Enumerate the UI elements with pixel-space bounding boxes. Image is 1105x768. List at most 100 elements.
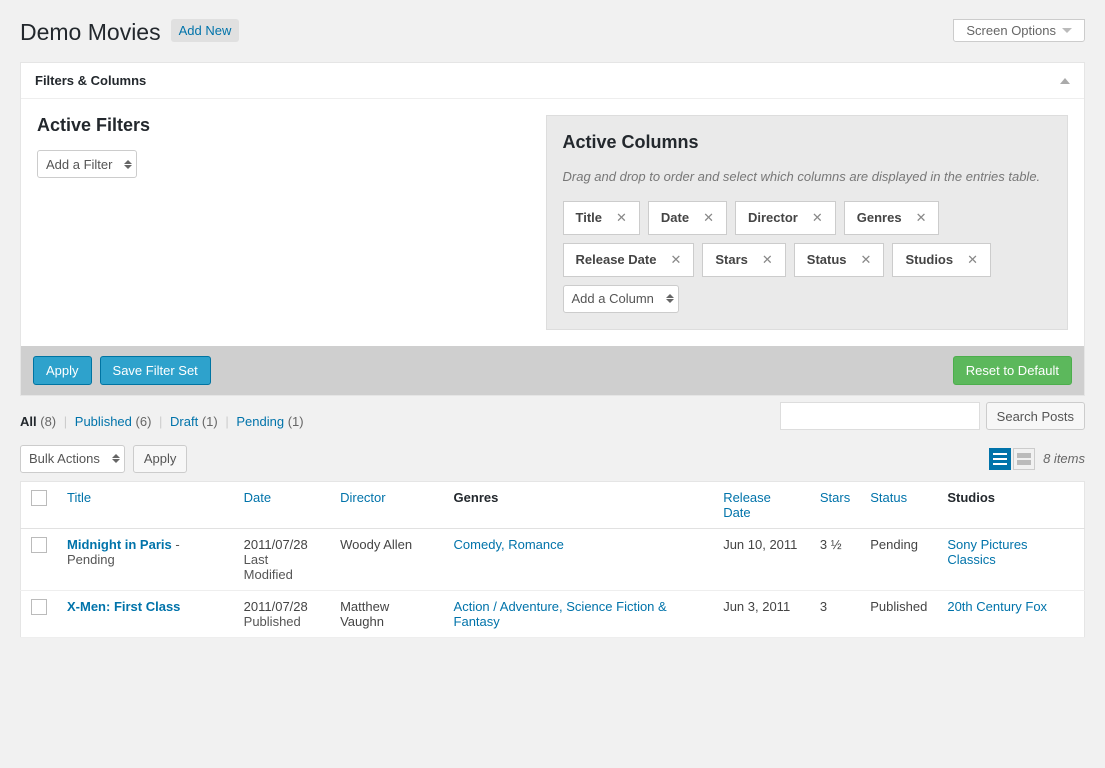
apply-filters-button[interactable]: Apply (33, 356, 92, 385)
column-chip[interactable]: Release Date ✕ (563, 243, 695, 277)
add-new-button[interactable]: Add New (171, 19, 240, 42)
column-chip-label: Genres (857, 210, 902, 225)
status-link-published[interactable]: Published (75, 414, 132, 429)
list-view-button[interactable] (989, 448, 1011, 470)
page-title: Demo Movies (20, 10, 161, 50)
column-chip-label: Date (661, 210, 689, 225)
add-column-label: Add a Column (572, 291, 654, 306)
column-chip-label: Director (748, 210, 798, 225)
column-chip-label: Title (576, 210, 603, 225)
close-icon[interactable]: ✕ (861, 252, 872, 268)
reset-to-default-button[interactable]: Reset to Default (953, 356, 1072, 385)
column-header-title[interactable]: Title (57, 481, 234, 528)
row-status: Pending (870, 537, 918, 552)
row-status: Published (870, 599, 927, 614)
count-published: (6) (136, 414, 152, 429)
row-release-date: Jun 3, 2011 (723, 599, 790, 614)
bulk-actions-select[interactable]: Bulk Actions (20, 445, 125, 473)
row-title-link[interactable]: X-Men: First Class (67, 599, 180, 614)
column-header-release-date[interactable]: Release Date (713, 481, 810, 528)
select-all-checkbox[interactable] (31, 490, 47, 506)
active-filters-section: Active Filters Add a Filter (37, 115, 526, 330)
column-chip[interactable]: Title ✕ (563, 201, 640, 235)
row-director: Woody Allen (340, 537, 412, 552)
status-filter-links: All (8) | Published (6) | Draft (1) | Pe… (20, 414, 304, 429)
column-header-studios: Studios (937, 481, 1084, 528)
column-header-genres: Genres (444, 481, 714, 528)
row-studio-link[interactable]: 20th Century Fox (947, 599, 1047, 614)
column-chip[interactable]: Status ✕ (794, 243, 885, 277)
column-chip[interactable]: Director ✕ (735, 201, 836, 235)
close-icon[interactable]: ✕ (967, 252, 978, 268)
screen-options-button[interactable]: Screen Options (953, 19, 1085, 42)
chevron-up-icon (1060, 78, 1070, 84)
save-filter-set-button[interactable]: Save Filter Set (100, 356, 211, 385)
add-filter-select[interactable]: Add a Filter (37, 150, 137, 178)
status-link-pending[interactable]: Pending (236, 414, 284, 429)
table-row: Midnight in Paris - Pending2011/07/28Las… (21, 528, 1085, 590)
columns-hint: Drag and drop to order and select which … (563, 167, 1052, 187)
column-header-date[interactable]: Date (234, 481, 330, 528)
row-stars: 3 ½ (820, 537, 842, 552)
column-chip[interactable]: Stars ✕ (702, 243, 785, 277)
close-icon[interactable]: ✕ (916, 210, 927, 226)
active-columns-heading: Active Columns (563, 132, 1052, 153)
close-icon[interactable]: ✕ (616, 210, 627, 226)
add-column-select[interactable]: Add a Column (563, 285, 679, 313)
status-link-draft[interactable]: Draft (170, 414, 198, 429)
column-header-stars[interactable]: Stars (810, 481, 860, 528)
close-icon[interactable]: ✕ (812, 210, 823, 226)
count-all: (8) (40, 414, 56, 429)
row-genres[interactable]: Comedy, Romance (454, 537, 564, 552)
count-draft: (1) (202, 414, 218, 429)
row-studio-link[interactable]: Sony Pictures Classics (947, 537, 1027, 567)
row-release-date: Jun 10, 2011 (723, 537, 797, 552)
row-genres[interactable]: Action / Adventure, Science Fiction & Fa… (454, 599, 667, 629)
add-filter-label: Add a Filter (46, 157, 112, 172)
item-count: 8 items (1043, 451, 1085, 466)
status-link-all[interactable]: All (20, 414, 37, 429)
panel-header[interactable]: Filters & Columns (21, 63, 1084, 99)
column-header-director[interactable]: Director (330, 481, 443, 528)
panel-title: Filters & Columns (35, 73, 146, 88)
row-director: Matthew Vaughn (340, 599, 389, 629)
column-chip-label: Release Date (576, 252, 657, 267)
row-date-sub: Last Modified (244, 552, 293, 582)
select-stepper-icon (112, 454, 120, 463)
row-date-sub: Published (244, 614, 301, 629)
row-checkbox[interactable] (31, 537, 47, 553)
close-icon[interactable]: ✕ (670, 252, 681, 268)
row-date: 2011/07/28 (244, 537, 308, 552)
filters-columns-panel: Filters & Columns Active Filters Add a F… (20, 62, 1085, 396)
search-input[interactable] (780, 402, 980, 430)
bulk-apply-button[interactable]: Apply (133, 445, 188, 473)
column-header-status[interactable]: Status (860, 481, 937, 528)
row-date: 2011/07/28 (244, 599, 308, 614)
select-stepper-icon (124, 160, 132, 169)
active-filters-heading: Active Filters (37, 115, 526, 136)
bulk-actions-label: Bulk Actions (29, 451, 100, 466)
column-chip-label: Stars (715, 252, 748, 267)
filter-action-bar: Apply Save Filter Set Reset to Default (21, 346, 1084, 395)
list-view-icon (993, 452, 1007, 466)
row-checkbox[interactable] (31, 599, 47, 615)
column-chip[interactable]: Genres ✕ (844, 201, 940, 235)
search-posts-button[interactable]: Search Posts (986, 402, 1085, 430)
column-chip-label: Status (807, 252, 847, 267)
close-icon[interactable]: ✕ (703, 210, 714, 226)
excerpt-view-button[interactable] (1013, 448, 1035, 470)
select-stepper-icon (666, 294, 674, 303)
table-row: X-Men: First Class2011/07/28PublishedMat… (21, 590, 1085, 637)
screen-options-label: Screen Options (966, 23, 1056, 38)
row-title-link[interactable]: Midnight in Paris (67, 537, 172, 552)
close-icon[interactable]: ✕ (762, 252, 773, 268)
column-chip[interactable]: Studios ✕ (892, 243, 991, 277)
count-pending: (1) (288, 414, 304, 429)
excerpt-view-icon (1017, 452, 1031, 466)
active-columns-section: Active Columns Drag and drop to order an… (546, 115, 1069, 330)
column-chip-label: Studios (905, 252, 953, 267)
chevron-down-icon (1062, 28, 1072, 33)
column-chip[interactable]: Date ✕ (648, 201, 727, 235)
row-stars: 3 (820, 599, 827, 614)
posts-table: Title Date Director Genres Release Date … (20, 481, 1085, 638)
